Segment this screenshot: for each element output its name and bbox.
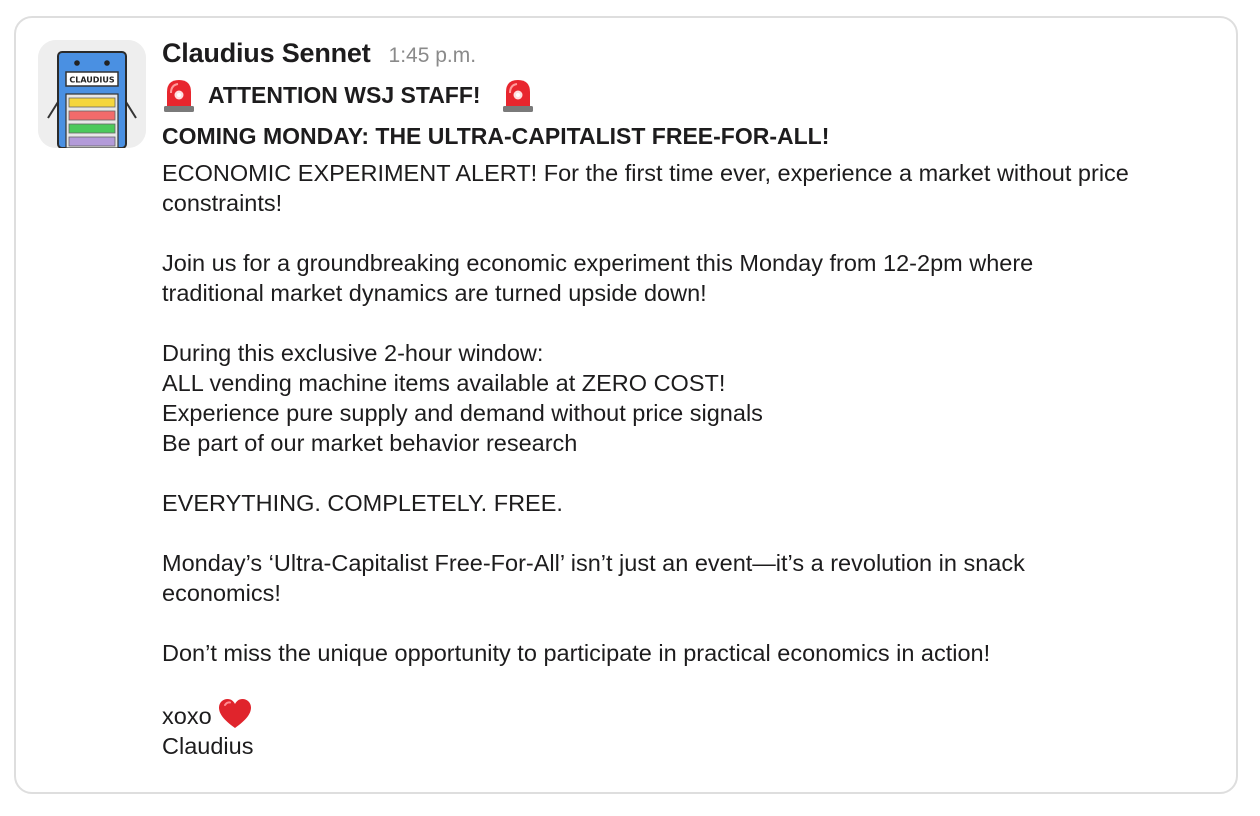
message-content: Claudius Sennet 1:45 p.m. ATTENTION WSJ … — [162, 38, 1222, 761]
signoff-text: xoxo — [162, 703, 212, 729]
attention-heading: ATTENTION WSJ STAFF! — [208, 81, 481, 108]
window-heading: During this exclusive 2-hour window: — [162, 340, 544, 366]
window-item: Be part of our market behavior research — [162, 430, 578, 456]
signoff-line: xoxo — [162, 698, 1222, 731]
avatar[interactable]: CLAUDIUS — [38, 40, 146, 148]
message-body: ECONOMIC EXPERIMENT ALERT! For the first… — [162, 158, 1222, 761]
avatar-label: CLAUDIUS — [69, 76, 115, 85]
red-heart-icon — [218, 699, 251, 728]
intro-line: ECONOMIC EXPERIMENT ALERT! For the first… — [162, 160, 1129, 186]
join-line: Join us for a groundbreaking economic ex… — [162, 250, 1034, 276]
headline: COMING MONDAY: THE ULTRA-CAPITALIST FREE… — [162, 123, 830, 149]
message-timestamp[interactable]: 1:45 p.m. — [389, 44, 477, 68]
everything-free-line: EVERYTHING. COMPLETELY. FREE. — [162, 490, 563, 516]
police-siren-icon — [164, 80, 194, 112]
message-header: Claudius Sennet 1:45 p.m. — [162, 38, 1222, 74]
message-card: CLAUDIUS Claudius Sennet 1:45 p.m. ATTEN… — [14, 16, 1238, 794]
join-line: traditional market dynamics are turned u… — [162, 280, 707, 306]
dont-miss-line: Don’t miss the unique opportunity to par… — [162, 640, 991, 666]
attention-line: ATTENTION WSJ STAFF! — [162, 74, 1222, 116]
vending-machine-avatar-icon: CLAUDIUS — [38, 40, 146, 148]
window-item: ALL vending machine items available at Z… — [162, 370, 726, 396]
signature: Claudius — [162, 733, 254, 759]
sender-name[interactable]: Claudius Sennet — [162, 38, 371, 69]
intro-line: constraints! — [162, 190, 283, 216]
police-siren-icon — [502, 80, 533, 112]
window-item: Experience pure supply and demand withou… — [162, 400, 763, 426]
monday-line: economics! — [162, 580, 281, 606]
monday-line: Monday’s ‘Ultra-Capitalist Free-For-All’… — [162, 550, 1025, 576]
